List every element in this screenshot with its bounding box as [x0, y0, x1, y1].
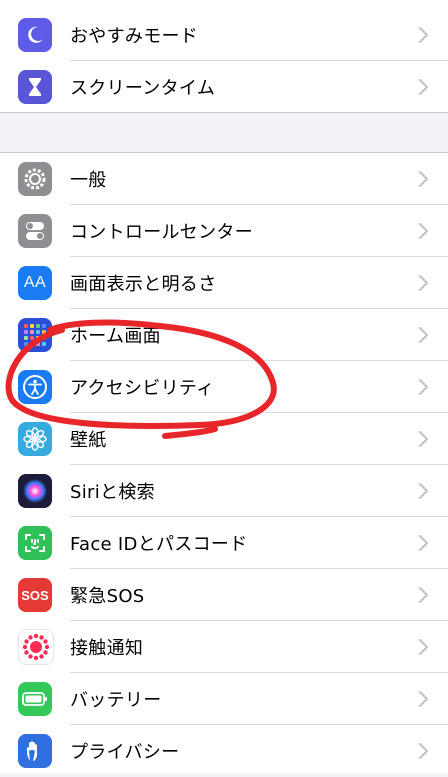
settings-row-screen-time[interactable]: スクリーンタイム — [0, 61, 448, 112]
settings-row-label: 画面表示と明るさ — [70, 274, 217, 295]
settings-row-home-screen[interactable]: ホーム画面 — [0, 309, 448, 361]
chevron-right-icon — [418, 534, 429, 552]
settings-row-privacy[interactable]: プライバシー — [0, 725, 448, 777]
settings-row-accessibility[interactable]: アクセシビリティ — [0, 361, 448, 413]
face-id-icon — [18, 526, 52, 560]
battery-icon — [18, 682, 52, 716]
chevron-right-icon — [418, 274, 429, 292]
settings-row-control-center[interactable]: コントロールセンター — [0, 205, 448, 257]
settings-row-label: 接触通知 — [70, 638, 144, 659]
settings-row-do-not-disturb[interactable]: おやすみモード — [0, 0, 448, 61]
settings-row-emergency-sos[interactable]: SOS 緊急SOS — [0, 569, 448, 621]
chevron-right-icon — [418, 78, 429, 95]
settings-row-siri-search[interactable]: Siriと検索 — [0, 465, 448, 517]
chevron-right-icon — [418, 638, 429, 656]
settings-row-label: アクセシビリティ — [70, 378, 215, 399]
settings-row-face-id[interactable]: Face IDとパスコード — [0, 517, 448, 569]
settings-group-focus: おやすみモード スクリーンタイム — [0, 0, 448, 113]
chevron-right-icon — [418, 378, 429, 396]
chevron-right-icon — [418, 742, 429, 760]
sos-icon: SOS — [18, 578, 52, 612]
settings-row-label: コントロールセンター — [70, 222, 253, 243]
chevron-right-icon — [418, 430, 429, 448]
settings-group-general: 一般コントロールセンター AA 画面表示と明るさ ホーム画面アクセシビリティ 壁紙 Sir… — [0, 152, 448, 773]
text-size-icon: AA — [18, 266, 52, 300]
settings-row-exposure-notifications[interactable]: 接触通知 — [0, 621, 448, 673]
settings-row-label: バッテリー — [70, 690, 162, 711]
gear-icon — [18, 162, 52, 196]
settings-row-label: プライバシー — [70, 742, 180, 763]
flower-icon — [18, 422, 52, 456]
settings-row-label: スクリーンタイム — [70, 77, 216, 99]
chevron-right-icon — [418, 690, 429, 708]
settings-row-label: 壁紙 — [70, 430, 107, 451]
exposure-icon — [18, 629, 54, 665]
settings-row-label: Face IDとパスコード — [70, 534, 248, 555]
chevron-right-icon — [418, 26, 429, 44]
app-grid-icon — [18, 318, 52, 352]
settings-row-general[interactable]: 一般 — [0, 153, 448, 205]
settings-row-wallpaper[interactable]: 壁紙 — [0, 413, 448, 465]
chevron-right-icon — [418, 222, 429, 240]
hand-icon — [18, 734, 52, 768]
settings-row-label: 一般 — [70, 170, 107, 191]
settings-row-label: 緊急SOS — [70, 586, 145, 607]
settings-row-label: おやすみモード — [70, 26, 199, 47]
chevron-right-icon — [418, 170, 429, 188]
chevron-right-icon — [418, 586, 429, 604]
chevron-right-icon — [418, 482, 429, 500]
hourglass-icon — [18, 69, 52, 104]
accessibility-icon — [18, 370, 52, 404]
toggles-icon — [18, 214, 52, 248]
settings-row-label: ホーム画面 — [70, 326, 161, 347]
moon-icon — [18, 18, 52, 52]
settings-row-display-brightness[interactable]: AA 画面表示と明るさ — [0, 257, 448, 309]
siri-icon — [18, 474, 52, 508]
chevron-right-icon — [418, 326, 429, 344]
settings-row-battery[interactable]: バッテリー — [0, 673, 448, 725]
settings-row-label: Siriと検索 — [70, 482, 155, 503]
